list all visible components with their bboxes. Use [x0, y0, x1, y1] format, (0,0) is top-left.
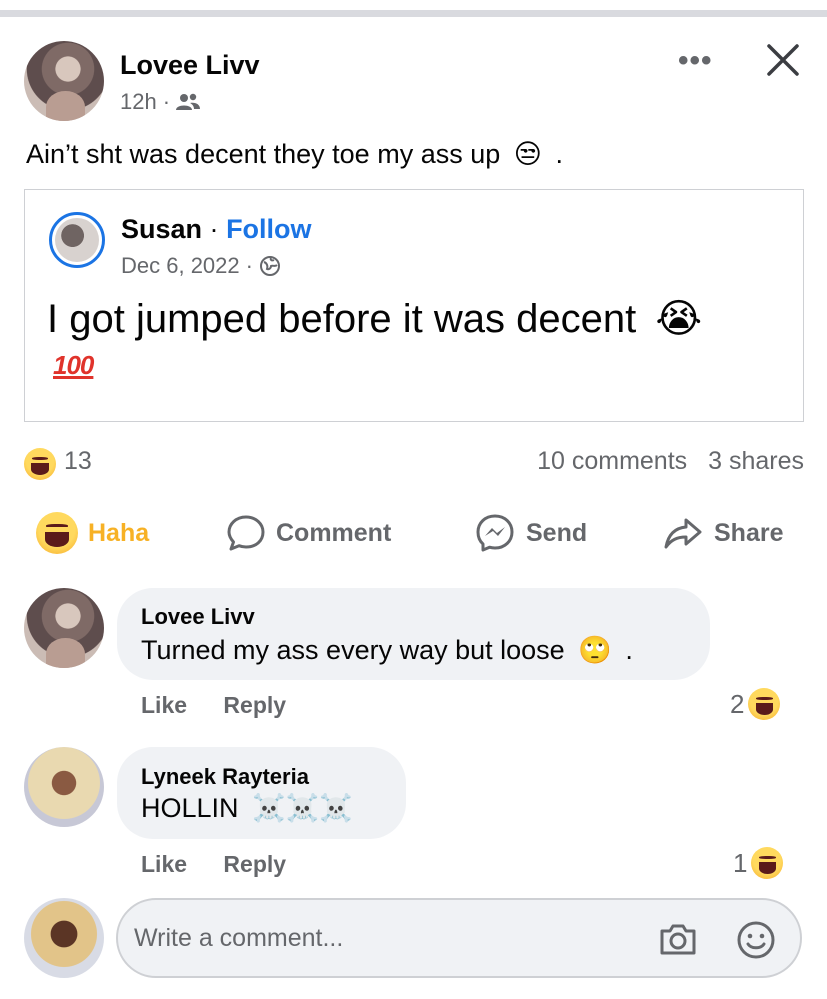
emoji-icon[interactable]	[736, 920, 776, 960]
more-icon[interactable]: •••	[678, 44, 713, 78]
haha-reaction-icon	[751, 847, 784, 879]
follow-button[interactable]: Follow	[226, 214, 311, 244]
comment-button[interactable]: Comment	[226, 508, 391, 558]
engagement-stats: 10 comments 3 shares	[537, 447, 804, 476]
haha-reaction-icon	[748, 688, 781, 720]
shared-post-text: I got jumped before it was decent 😭	[47, 296, 702, 342]
like-link[interactable]: Like	[141, 692, 187, 718]
comment-body: HOLLIN	[141, 793, 239, 823]
comment-reaction[interactable]: 1	[733, 847, 784, 879]
eye-roll-emoji: 🙄	[578, 635, 612, 665]
unamused-emoji: 😒	[513, 139, 542, 169]
comment-text: HOLLIN ☠️☠️☠️	[141, 792, 353, 824]
hundred-emoji: 100	[53, 350, 94, 380]
like-link[interactable]: Like	[141, 851, 187, 877]
name-separator: ·	[209, 214, 219, 244]
comment-reaction-count: 1	[733, 847, 748, 878]
reaction-summary: 13 10 comments 3 shares	[24, 445, 804, 480]
comment-author[interactable]: Lovee Livv	[141, 604, 255, 630]
comment-reaction-count: 2	[730, 688, 745, 719]
post-time[interactable]: 12h	[120, 89, 157, 115]
post-meta: 12h ·	[120, 89, 201, 115]
top-divider	[0, 10, 827, 17]
comment-author[interactable]: Lyneek Rayteria	[141, 764, 309, 790]
shared-author-line: Susan · Follow	[121, 214, 312, 245]
shared-author-name[interactable]: Susan	[121, 214, 202, 244]
reply-link[interactable]: Reply	[223, 851, 286, 877]
haha-button[interactable]: Haha	[36, 508, 149, 558]
meta-separator: ·	[162, 89, 171, 114]
camera-icon[interactable]	[658, 920, 698, 958]
skull-crossbones-emoji: ☠️☠️☠️	[252, 793, 353, 823]
comment-actions: Like Reply	[141, 851, 286, 878]
send-label: Send	[526, 518, 588, 547]
share-icon	[664, 518, 702, 549]
comment-input[interactable]	[134, 918, 634, 958]
crying-emoji: 😭	[655, 297, 703, 341]
messenger-icon	[476, 514, 514, 552]
comment-reaction[interactable]: 2	[730, 688, 781, 720]
my-avatar[interactable]	[24, 898, 104, 978]
shared-post-body: I got jumped before it was decent	[47, 297, 637, 341]
comment-actions: Like Reply	[141, 692, 286, 719]
share-button[interactable]: Share	[662, 508, 783, 558]
post-author-avatar[interactable]	[24, 41, 104, 121]
comment-label: Comment	[276, 518, 392, 547]
shared-post-meta: Dec 6, 2022 ·	[121, 253, 281, 279]
post-text-tail: .	[555, 139, 563, 169]
commenter-avatar[interactable]	[24, 588, 104, 668]
shared-author-avatar[interactable]	[49, 212, 105, 268]
shared-post-date[interactable]: Dec 6, 2022	[121, 253, 240, 279]
send-button[interactable]: Send	[474, 508, 587, 558]
meta-separator: ·	[245, 253, 253, 278]
shares-count[interactable]: 3 shares	[708, 447, 804, 475]
post-text: Ain’t sht was decent they toe my ass up …	[26, 139, 563, 170]
reply-link[interactable]: Reply	[223, 692, 286, 718]
comment-tail: .	[625, 635, 633, 665]
haha-icon	[36, 512, 78, 554]
comment-body: Turned my ass every way but loose	[141, 635, 565, 665]
post-text-body: Ain’t sht was decent they toe my ass up	[26, 139, 501, 169]
close-icon[interactable]	[765, 42, 801, 78]
comment-icon	[227, 515, 265, 551]
haha-reaction-icon[interactable]	[24, 448, 56, 480]
friends-icon	[176, 93, 201, 110]
shared-post-card[interactable]: Susan · Follow Dec 6, 2022 · I got jumpe…	[24, 189, 804, 422]
post-action-bar: Haha Comment Send Share	[0, 508, 827, 558]
post-author-name[interactable]: Lovee Livv	[120, 50, 260, 81]
haha-label: Haha	[88, 518, 150, 547]
comment-composer[interactable]	[116, 898, 802, 978]
comments-count[interactable]: 10 comments	[537, 447, 687, 475]
comment-text: Turned my ass every way but loose 🙄 .	[141, 634, 633, 666]
commenter-avatar[interactable]	[24, 747, 104, 827]
reaction-count[interactable]: 13	[64, 447, 92, 476]
globe-icon	[259, 256, 280, 276]
share-label: Share	[714, 518, 784, 547]
